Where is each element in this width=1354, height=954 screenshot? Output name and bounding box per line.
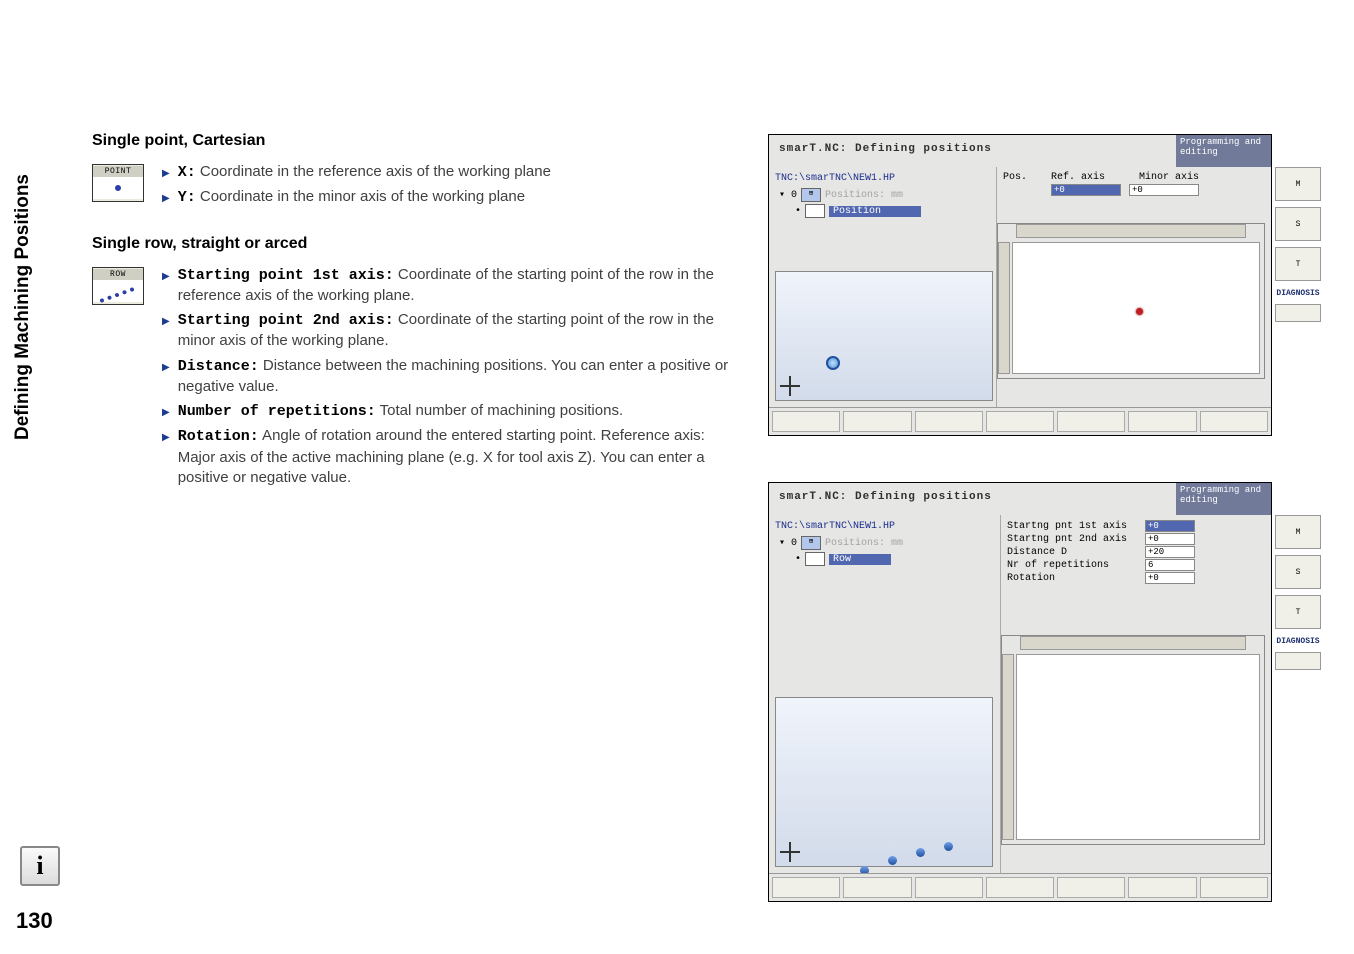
softkey[interactable] [1200,877,1268,898]
softkey[interactable] [1128,411,1196,432]
softkey[interactable] [843,411,911,432]
start-2nd-input[interactable]: +0 [1145,533,1195,545]
softkey[interactable] [986,877,1054,898]
arrow-icon: ▶ [162,315,170,352]
s-button[interactable]: S [1275,555,1321,589]
label-distance: Distance D [1007,547,1137,558]
label-start-1st: Startng pnt 1st axis [1007,521,1137,532]
list-item: ▶ X: Coordinate in the reference axis of… [162,162,732,183]
m-button[interactable]: M [1275,515,1321,549]
arrow-icon: ▶ [162,431,170,488]
list-item: ▶ Starting point 2nd axis: Coordinate of… [162,310,732,352]
repetitions-input[interactable]: 6 [1145,559,1195,571]
page-number: 130 [16,908,53,934]
softkey[interactable] [1057,411,1125,432]
softkey[interactable] [1128,877,1196,898]
start-1st-input[interactable]: +0 [1145,520,1195,532]
tree-item-position[interactable]: •◆Position [795,204,992,218]
arrow-icon: ▶ [162,361,170,398]
horizontal-ruler [1020,636,1246,650]
file-path: TNC:\smarTNC\NEW1.HP [775,173,990,184]
diag-button[interactable] [1275,652,1321,670]
arrow-icon: ▶ [162,406,170,422]
point-icon: POINT [92,162,144,213]
distance-input[interactable]: +20 [1145,546,1195,558]
arrow-icon: ▶ [162,192,170,208]
tree-item-row[interactable]: •∴Row [795,552,996,566]
list-item: ▶ Y: Coordinate in the minor axis of the… [162,187,732,208]
tree-root[interactable]: ▾ 0⊞Positions: mm [779,188,992,202]
col-pos: Pos. [1003,172,1043,183]
diag-button[interactable] [1275,304,1321,322]
list-item: ▶ Rotation: Angle of rotation around the… [162,426,732,488]
minor-axis-input[interactable]: +0 [1129,184,1199,196]
softkey[interactable] [772,877,840,898]
list-item: ▶ Number of repetitions: Total number of… [162,401,732,422]
tree-root[interactable]: ▾ 0⊞Positions: mm [779,536,996,550]
softkey[interactable] [915,411,983,432]
vertical-ruler [998,242,1010,374]
col-ref: Ref. axis [1051,172,1131,183]
row-icon: ROW [92,265,144,493]
col-min: Minor axis [1139,172,1219,183]
sidebar-section-title: Defining Machining Positions [12,174,34,440]
list-item: ▶ Distance: Distance between the machini… [162,356,732,398]
window-title: smarT.NC: Defining positions [769,483,1176,515]
t-button[interactable]: T [1275,247,1321,281]
softkey[interactable] [843,877,911,898]
horizontal-ruler [1016,224,1246,238]
screenshot-positions-row: smarT.NC: Defining positions Programming… [768,482,1272,902]
mode-label: Programming and editing [1176,135,1271,167]
heading-single-row: Single row, straight or arced [92,235,732,253]
label-rotation: Rotation [1007,573,1137,584]
file-path: TNC:\smarTNC\NEW1.HP [775,521,994,532]
softkey[interactable] [1057,877,1125,898]
softkey[interactable] [986,411,1054,432]
label-start-2nd: Startng pnt 2nd axis [1007,534,1137,545]
rotation-input[interactable]: +0 [1145,572,1195,584]
s-button[interactable]: S [1275,207,1321,241]
arrow-icon: ▶ [162,167,170,183]
softkey[interactable] [772,411,840,432]
t-button[interactable]: T [1275,595,1321,629]
arrow-icon: ▶ [162,270,170,307]
vertical-ruler [1002,654,1014,840]
softkey[interactable] [915,877,983,898]
heading-single-point: Single point, Cartesian [92,132,732,150]
mode-label: Programming and editing [1176,483,1271,515]
label-repetitions: Nr of repetitions [1007,560,1137,571]
screenshot-positions-point: smarT.NC: Defining positions Programming… [768,134,1272,436]
softkey[interactable] [1200,411,1268,432]
m-button[interactable]: M [1275,167,1321,201]
diagnosis-label: DIAGNOSIS [1275,637,1321,646]
window-title: smarT.NC: Defining positions [769,135,1176,167]
ref-axis-input[interactable]: +0 [1051,184,1121,196]
info-icon: i [20,846,60,886]
list-item: ▶ Starting point 1st axis: Coordinate of… [162,265,732,307]
diagnosis-label: DIAGNOSIS [1275,289,1321,298]
